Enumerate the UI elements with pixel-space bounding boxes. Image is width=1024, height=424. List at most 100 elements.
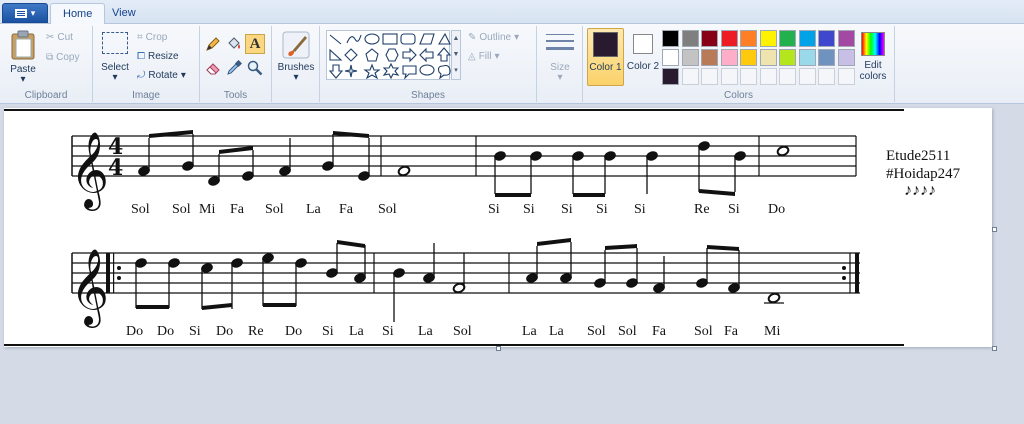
- color2-button[interactable]: Color 2: [627, 28, 664, 86]
- palette-swatch[interactable]: [759, 49, 777, 66]
- palette-swatch[interactable]: [779, 49, 796, 66]
- palette-swatch[interactable]: [681, 49, 699, 66]
- palette-swatch[interactable]: [720, 30, 738, 47]
- palette-swatch[interactable]: [759, 30, 777, 47]
- color-picker-tool[interactable]: [224, 58, 244, 78]
- magnifier-tool[interactable]: [245, 58, 265, 78]
- cut-label: Cut: [57, 32, 73, 43]
- time-sig-bottom: 4: [108, 155, 123, 181]
- note-name-label: Si: [561, 202, 573, 217]
- palette-swatch[interactable]: [818, 68, 835, 85]
- eraser-tool[interactable]: [203, 58, 223, 78]
- palette-swatch[interactable]: [701, 30, 718, 47]
- palette-swatch[interactable]: [662, 68, 679, 85]
- chevron-down-icon: ▾: [30, 7, 36, 18]
- rotate-button[interactable]: ⤾ Rotate ▾: [137, 70, 186, 81]
- pencil-tool[interactable]: [203, 34, 223, 54]
- size-button[interactable]: Size ▾: [541, 30, 579, 86]
- palette-swatch[interactable]: [740, 49, 757, 66]
- resize-button[interactable]: ⧠ Resize: [137, 51, 179, 62]
- tools-group-label: Tools: [223, 90, 248, 101]
- palette-swatch[interactable]: [818, 49, 835, 66]
- paste-button[interactable]: Paste ▾: [6, 28, 40, 85]
- rectangle-shape-icon: [382, 33, 398, 45]
- palette-swatch[interactable]: [662, 30, 679, 47]
- resize-handle-corner[interactable]: [992, 346, 997, 351]
- palette-swatch[interactable]: [798, 30, 816, 47]
- palette-swatch[interactable]: [701, 68, 718, 85]
- shapes-group-label: Shapes: [411, 90, 445, 101]
- palette-swatch[interactable]: [720, 49, 738, 66]
- resize-handle-right[interactable]: [992, 227, 997, 232]
- palette-swatch[interactable]: [740, 68, 757, 85]
- colors-group: Color 1 Color 2 Edit colors Colors: [583, 26, 895, 102]
- palette-swatch[interactable]: [759, 68, 777, 85]
- note-name-label: Re: [248, 324, 264, 339]
- note-name-label: Fa: [339, 202, 353, 217]
- paint-menu-button[interactable]: ▾: [2, 3, 48, 23]
- cut-button[interactable]: ✂ Cut: [46, 32, 73, 43]
- staff-row-2: [71, 252, 860, 294]
- shapes-scroll[interactable]: ▲ ▼ ▾: [451, 30, 461, 80]
- caption-title: Etude2511: [886, 148, 951, 164]
- note-name-label: Si: [523, 202, 535, 217]
- palette-swatch[interactable]: [837, 30, 855, 47]
- palette-swatch[interactable]: [818, 30, 835, 47]
- text-tool[interactable]: A: [245, 34, 265, 54]
- line-size-icon: [546, 34, 574, 50]
- right-arrow-shape-icon: [402, 47, 417, 63]
- tab-home[interactable]: Home: [50, 3, 106, 24]
- palette-swatch[interactable]: [662, 49, 679, 66]
- scissors-icon: ✂: [46, 32, 55, 43]
- pentagon-shape-icon: [365, 48, 379, 62]
- note-name-label: Si: [488, 202, 500, 217]
- color2-swatch: [633, 34, 653, 54]
- copy-button[interactable]: ⧉ Copy: [46, 52, 80, 63]
- palette-swatch[interactable]: [701, 49, 718, 66]
- shapes-icons: [328, 32, 451, 80]
- palette-swatch[interactable]: [681, 68, 699, 85]
- fill-tool[interactable]: [224, 34, 244, 54]
- note-name-label: Sol: [172, 202, 191, 217]
- menu-icon: [14, 8, 27, 18]
- triangle-shape-icon: [438, 32, 451, 45]
- palette-swatch[interactable]: [798, 49, 816, 66]
- palette-swatch[interactable]: [681, 30, 699, 47]
- palette-swatch[interactable]: [779, 68, 796, 85]
- note-head: [397, 165, 411, 177]
- image-canvas[interactable]: 𝄞 4 4 𝄞 Sol Sol Mi Fa Sol La Fa Sol Si S…: [4, 108, 992, 347]
- image-group-label: Image: [132, 90, 160, 101]
- treble-clef-2: 𝄞: [70, 248, 109, 328]
- palette-swatch[interactable]: [837, 49, 855, 66]
- clipboard-group: Paste ▾ ✂ Cut ⧉ Copy Clipboard: [0, 26, 93, 102]
- brushes-button[interactable]: Brushes ▾: [275, 28, 317, 84]
- palette-swatch[interactable]: [720, 68, 738, 85]
- copy-icon: ⧉: [46, 52, 54, 63]
- paintbrush-icon: [282, 31, 310, 59]
- edit-colors-label: Edit colors: [859, 60, 887, 82]
- edit-colors-button[interactable]: Edit colors: [855, 28, 891, 86]
- fill-button[interactable]: ◬ Fill ▾: [468, 51, 500, 62]
- note-name-label: Do: [768, 202, 786, 217]
- palette-swatch[interactable]: [798, 68, 816, 85]
- chevron-down-icon: ▾: [514, 32, 520, 43]
- scroll-up-icon: ▲: [452, 35, 460, 42]
- crop-button[interactable]: ⌗ Crop: [137, 32, 167, 43]
- note-name-label: La: [306, 202, 321, 217]
- diamond-shape-icon: [344, 48, 358, 62]
- canvas-area[interactable]: 𝄞 4 4 𝄞 Sol Sol Mi Fa Sol La Fa Sol Si S…: [0, 105, 1024, 424]
- palette-swatch[interactable]: [740, 30, 757, 47]
- repeat-end-thick: [855, 253, 859, 293]
- note-name-label: Sol: [378, 202, 397, 217]
- palette-swatch[interactable]: [779, 30, 796, 47]
- tab-view[interactable]: View: [100, 3, 148, 24]
- expand-gallery-icon: ▾: [454, 67, 458, 74]
- crop-icon: ⌗: [137, 32, 143, 43]
- chevron-down-icon: ▾: [20, 74, 26, 85]
- select-button[interactable]: Select ▾: [99, 30, 131, 84]
- resize-handle-bottom[interactable]: [496, 346, 501, 351]
- outline-button[interactable]: ✎ Outline ▾: [468, 32, 519, 43]
- color1-button[interactable]: Color 1: [587, 28, 624, 86]
- palette-swatch[interactable]: [837, 68, 855, 85]
- color-wheel-icon: [861, 32, 885, 56]
